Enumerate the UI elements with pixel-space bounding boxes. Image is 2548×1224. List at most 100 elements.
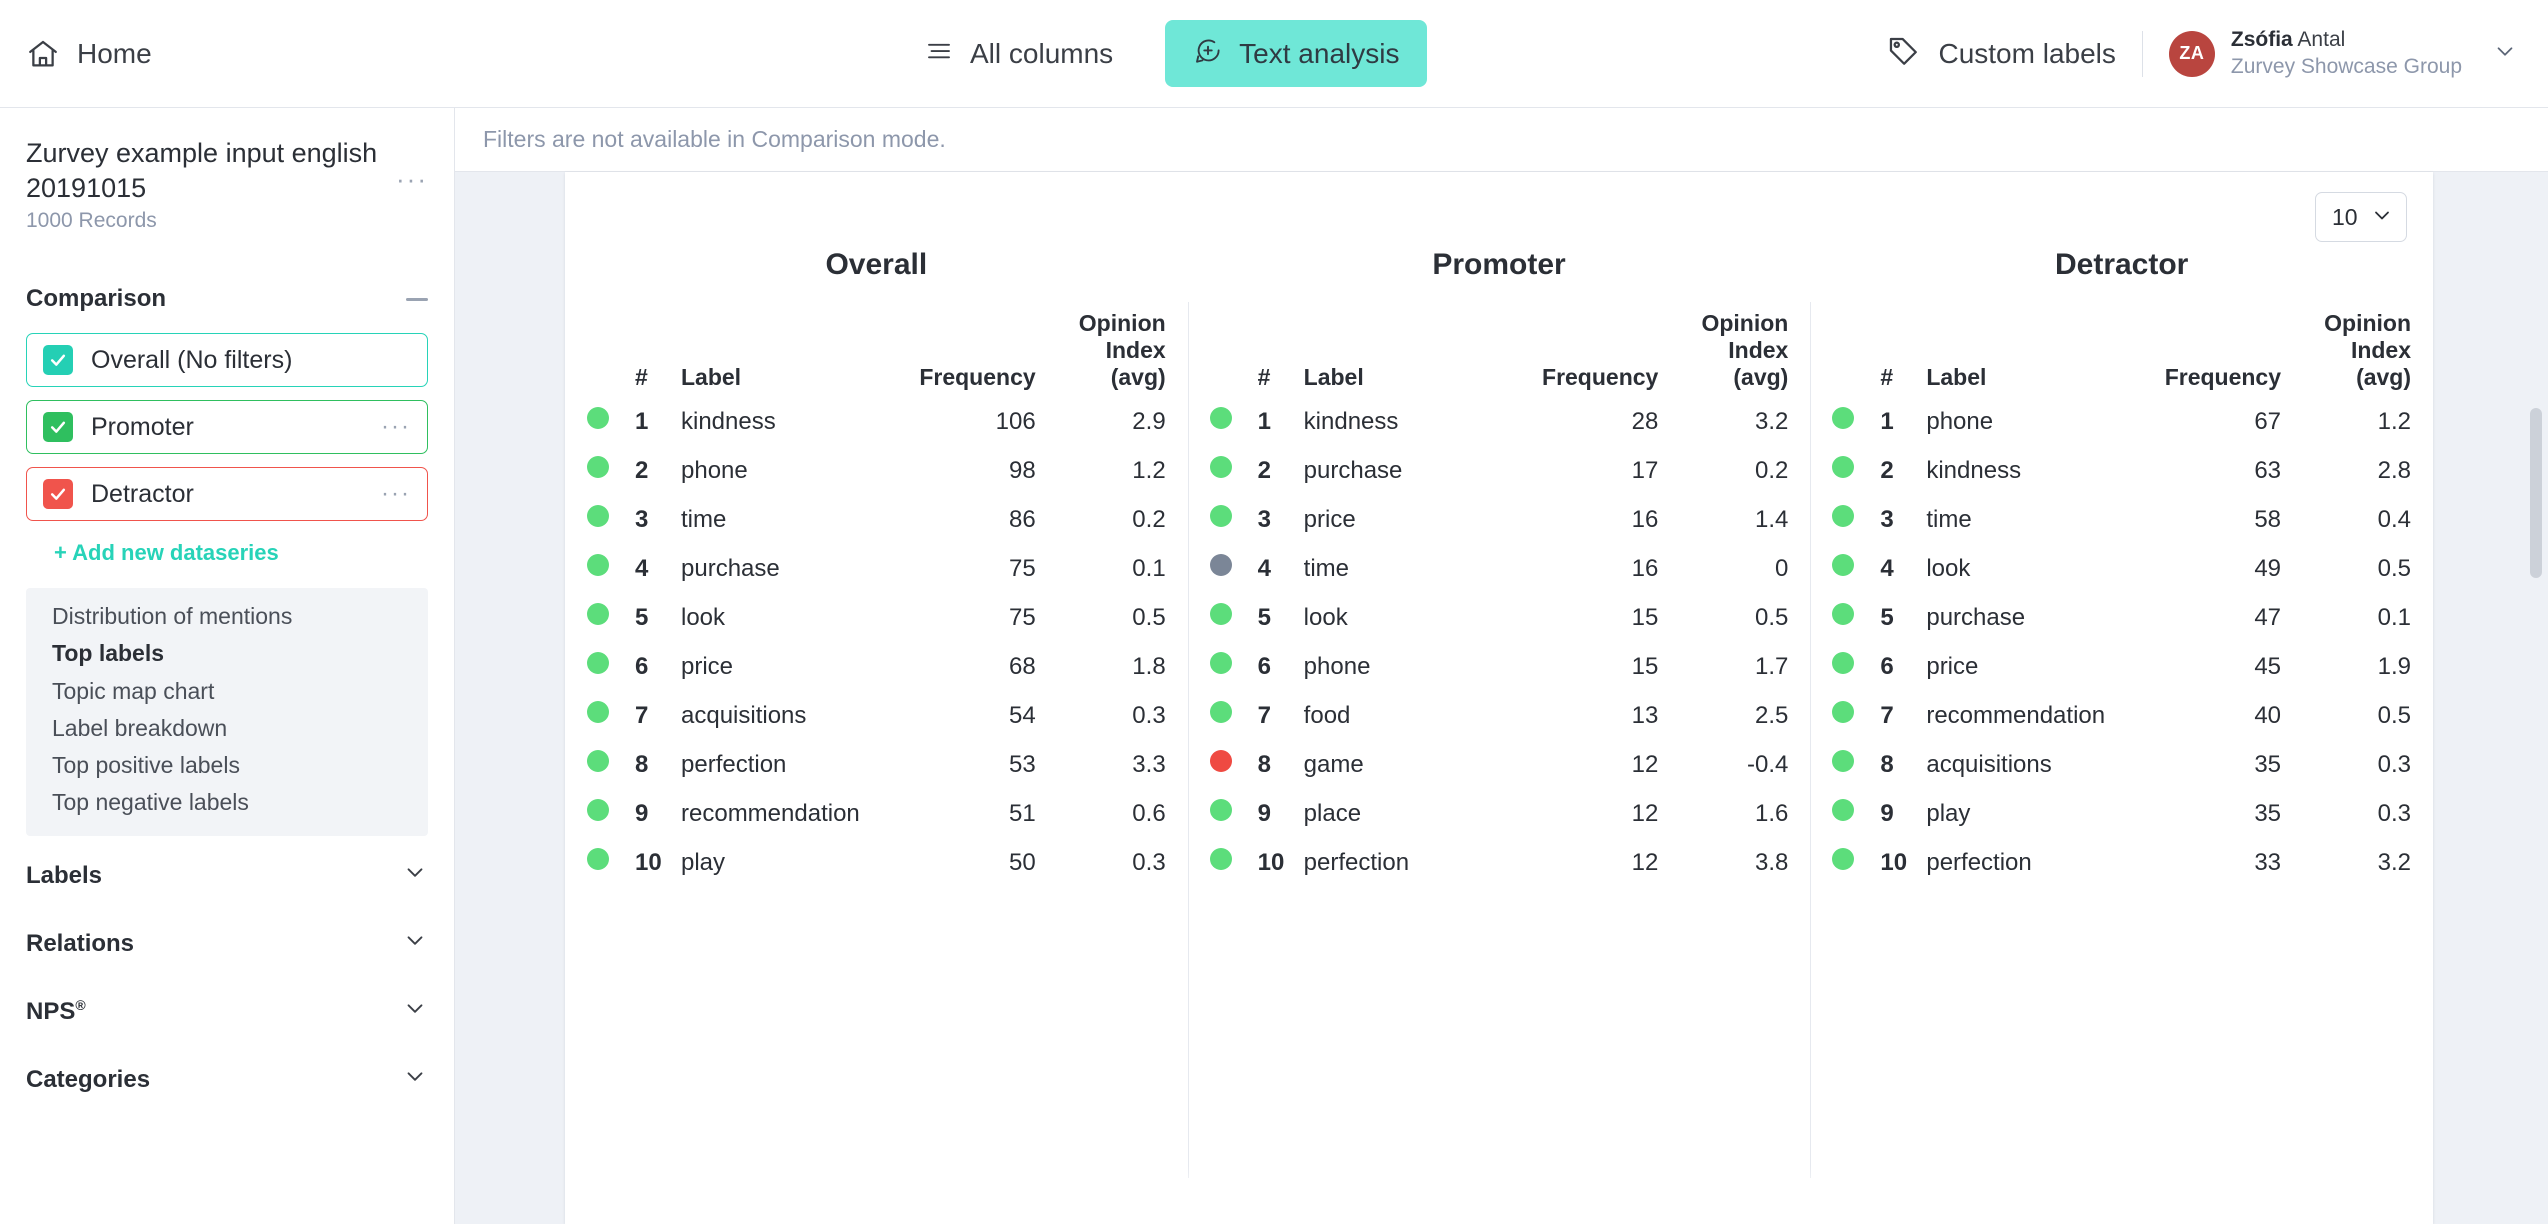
table-promoter: # Label Frequency Opinion Index (avg) 1 …: [1209, 310, 1789, 887]
table-row[interactable]: 2 phone 98 1.2: [587, 446, 1166, 495]
table-row[interactable]: 3 time 86 0.2: [587, 495, 1166, 544]
nav-item-top-positive-labels[interactable]: Top positive labels: [52, 747, 428, 784]
comparison-series-list: Overall (No filters) Promoter ··· Detrac…: [26, 333, 428, 522]
table-row[interactable]: 1 kindness 106 2.9: [587, 397, 1166, 446]
dataset-records-count: 1000 Records: [26, 209, 157, 233]
chevron-down-icon[interactable]: [402, 1063, 428, 1096]
rank-cell: 1: [1257, 407, 1272, 435]
dataset-more-button[interactable]: ···: [396, 136, 428, 192]
chevron-down-icon[interactable]: [2370, 203, 2394, 232]
nav-item-label-breakdown[interactable]: Label breakdown: [52, 710, 428, 747]
th-rank: #: [1257, 364, 1271, 390]
accordion-nps[interactable]: NPS®: [26, 978, 428, 1046]
table-row[interactable]: 8 acquisitions 35 0.3: [1832, 740, 2411, 789]
comparison-section-header[interactable]: Comparison: [26, 285, 428, 313]
chevron-down-icon[interactable]: [402, 859, 428, 892]
table-row[interactable]: 10 play 50 0.3: [587, 838, 1166, 887]
label-cell: recommendation: [681, 799, 860, 827]
chevron-down-icon[interactable]: [402, 995, 428, 1028]
checkbox-promoter[interactable]: [43, 412, 73, 443]
table-row[interactable]: 4 purchase 75 0.1: [587, 544, 1166, 593]
sentiment-dot-cell: [1832, 593, 1880, 642]
sidebar: Zurvey example input english 20191015 ··…: [0, 108, 455, 1224]
accordion-categories[interactable]: Categories: [26, 1046, 428, 1114]
nav-item-topic-map-chart[interactable]: Topic map chart: [52, 673, 428, 710]
series-menu-detractor[interactable]: ···: [381, 480, 411, 508]
frequency-cell: 75: [1008, 554, 1036, 582]
table-row[interactable]: 2 purchase 17 0.2: [1209, 446, 1788, 495]
table-row[interactable]: 6 price 68 1.8: [587, 642, 1166, 691]
accordion-labels[interactable]: Labels: [26, 842, 428, 910]
table-row[interactable]: 4 look 49 0.5: [1832, 544, 2411, 593]
table-row[interactable]: 1 phone 67 1.2: [1832, 397, 2411, 446]
sentiment-dot-cell: [1209, 397, 1258, 446]
chevron-down-icon[interactable]: [2492, 38, 2518, 69]
checkbox-detractor[interactable]: [43, 479, 73, 510]
table-row[interactable]: 5 purchase 47 0.1: [1832, 593, 2411, 642]
tab-all-columns-label: All columns: [970, 37, 1114, 69]
nav-item-top-negative-labels[interactable]: Top negative labels: [52, 784, 428, 821]
table-row[interactable]: 10 perfection 33 3.2: [1832, 838, 2411, 887]
tab-all-columns[interactable]: All columns: [914, 28, 1123, 79]
table-row[interactable]: 5 look 15 0.5: [1209, 593, 1788, 642]
series-menu-promoter[interactable]: ···: [381, 413, 411, 441]
th-rank: #: [635, 364, 648, 390]
opinion-index-cell: 1.8: [1132, 652, 1166, 680]
table-row[interactable]: 7 food 13 2.5: [1209, 691, 1788, 740]
table-row[interactable]: 3 price 16 1.4: [1209, 495, 1788, 544]
sentiment-dot-icon: [587, 554, 609, 576]
table-row[interactable]: 8 game 12 -0.4: [1209, 740, 1788, 789]
table-row[interactable]: 6 price 45 1.9: [1832, 642, 2411, 691]
th-frequency: Frequency: [1542, 364, 1659, 390]
main-vertical-scrollbar[interactable]: [2530, 408, 2542, 578]
table-row[interactable]: 9 place 12 1.6: [1209, 789, 1788, 838]
home-button[interactable]: Home: [26, 37, 152, 71]
accordion-relations[interactable]: Relations: [26, 910, 428, 978]
table-head: # Label Frequency Opinion Index (avg): [1210, 310, 1789, 397]
frequency-cell: 49: [2254, 554, 2282, 582]
checkbox-overall[interactable]: [43, 345, 73, 376]
tab-text-analysis[interactable]: Text analysis: [1165, 20, 1428, 87]
custom-labels-button[interactable]: Custom labels: [1886, 34, 2141, 73]
top-navigation-bar: Home All columns Text analysis Custom la…: [0, 0, 2548, 108]
series-item-overall[interactable]: Overall (No filters): [26, 333, 428, 388]
add-new-dataseries-button[interactable]: + Add new dataseries: [26, 534, 428, 566]
table-row[interactable]: 8 perfection 53 3.3: [587, 740, 1166, 789]
page-size-select[interactable]: 10: [2315, 192, 2407, 242]
label-cell: food: [1303, 701, 1351, 729]
table-row[interactable]: 7 acquisitions 54 0.3: [587, 691, 1166, 740]
label-cell: kindness: [1303, 407, 1399, 435]
minus-icon[interactable]: [406, 297, 428, 301]
frequency-cell: 35: [2254, 750, 2282, 778]
table-row[interactable]: 6 phone 15 1.7: [1209, 642, 1788, 691]
sentiment-dot-icon: [1832, 750, 1855, 772]
table-row[interactable]: 1 kindness 28 3.2: [1209, 397, 1788, 446]
sentiment-dot-cell: [587, 446, 635, 495]
table-row[interactable]: 2 kindness 63 2.8: [1832, 446, 2411, 495]
chevron-down-icon[interactable]: [402, 927, 428, 960]
frequency-cell: 15: [1631, 652, 1659, 680]
series-item-promoter[interactable]: Promoter ···: [26, 400, 428, 455]
page-size-control[interactable]: 10: [2315, 192, 2407, 242]
sentiment-dot-icon: [1209, 701, 1232, 723]
table-row[interactable]: 7 recommendation 40 0.5: [1832, 691, 2411, 740]
nav-item-top-labels[interactable]: Top labels: [52, 635, 428, 672]
label-cell: phone: [1926, 407, 1994, 435]
label-cell: time: [1926, 505, 1972, 533]
table-row[interactable]: 3 time 58 0.4: [1832, 495, 2411, 544]
series-item-detractor[interactable]: Detractor ···: [26, 467, 428, 522]
table-row[interactable]: 4 time 16 0: [1209, 544, 1788, 593]
comparison-heading: Comparison: [26, 285, 167, 313]
analysis-nav-list: Distribution of mentions Top labels Topi…: [26, 588, 428, 836]
table-row[interactable]: 9 play 35 0.3: [1832, 789, 2411, 838]
nav-item-distribution-of-mentions[interactable]: Distribution of mentions: [52, 598, 428, 635]
frequency-cell: 67: [2254, 407, 2282, 435]
table-row[interactable]: 5 look 75 0.5: [587, 593, 1166, 642]
user-menu[interactable]: ZA Zsófia Antal Zurvey Showcase Group: [2143, 27, 2518, 80]
table-row[interactable]: 10 perfection 12 3.8: [1209, 838, 1788, 887]
frequency-cell: 12: [1631, 750, 1659, 778]
table-row[interactable]: 9 recommendation 51 0.6: [587, 789, 1166, 838]
avatar-initials: ZA: [2179, 43, 2205, 63]
sentiment-dot-cell: [1832, 642, 1880, 691]
sentiment-dot-icon: [1832, 554, 1855, 576]
